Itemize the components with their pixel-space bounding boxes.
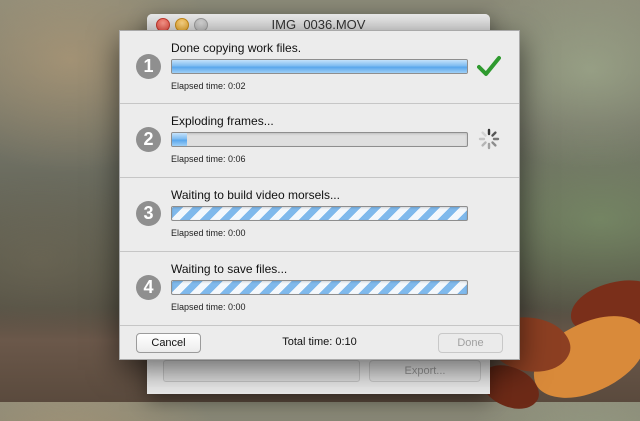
step-save-files: 4 Waiting to save files... Elapsed time:… bbox=[120, 252, 519, 326]
done-button: Done bbox=[438, 333, 503, 353]
sheet-footer: Cancel Total time: 0:10 Done bbox=[120, 326, 519, 361]
progress-sheet: 1 Done copying work files. Elapsed time:… bbox=[119, 30, 520, 360]
progress-fill bbox=[172, 60, 467, 73]
elapsed-time: Elapsed time: 0:02 bbox=[171, 81, 246, 91]
elapsed-time: Elapsed time: 0:00 bbox=[171, 302, 246, 312]
elapsed-time: Elapsed time: 0:00 bbox=[171, 228, 246, 238]
step-exploding-frames: 2 Exploding frames... Elapsed time: 0:06 bbox=[120, 104, 519, 178]
progress-bar bbox=[171, 132, 468, 147]
step-copying: 1 Done copying work files. Elapsed time:… bbox=[120, 31, 519, 104]
indeterminate-progress-bar bbox=[171, 280, 468, 295]
export-button: Export... bbox=[369, 360, 481, 382]
progress-fill bbox=[172, 133, 187, 146]
step-title: Done copying work files. bbox=[171, 41, 302, 55]
step-number-badge: 2 bbox=[136, 127, 161, 152]
background-field bbox=[163, 360, 360, 382]
step-number-badge: 1 bbox=[136, 54, 161, 79]
step-number-badge: 4 bbox=[136, 275, 161, 300]
step-title: Exploding frames... bbox=[171, 114, 274, 128]
progress-bar bbox=[171, 59, 468, 74]
step-title: Waiting to save files... bbox=[171, 262, 288, 276]
indeterminate-progress-bar bbox=[171, 206, 468, 221]
step-title: Waiting to build video morsels... bbox=[171, 188, 340, 202]
checkmark-icon bbox=[477, 56, 501, 76]
elapsed-time: Elapsed time: 0:06 bbox=[171, 154, 246, 164]
spinner-icon bbox=[478, 128, 500, 150]
step-number-badge: 3 bbox=[136, 201, 161, 226]
step-build-video-morsels: 3 Waiting to build video morsels... Elap… bbox=[120, 178, 519, 252]
